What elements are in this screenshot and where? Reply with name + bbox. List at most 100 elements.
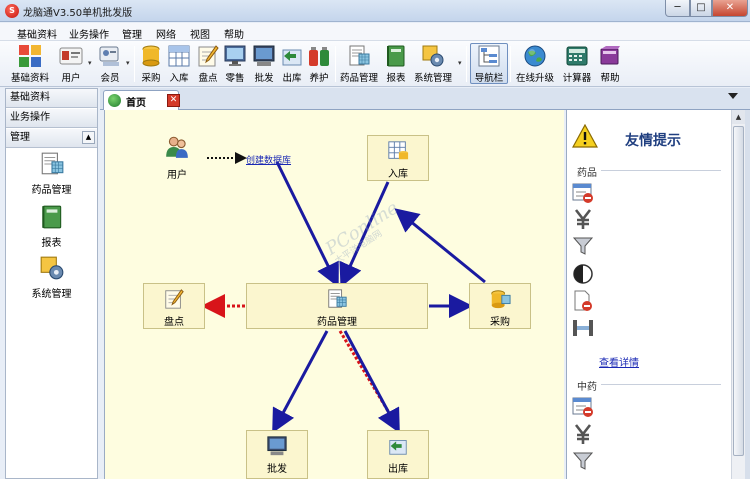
- left-panel-header-basic-data[interactable]: 基础资料: [6, 89, 97, 108]
- document-remove-icon[interactable]: [572, 290, 594, 312]
- section-divider: [601, 384, 721, 385]
- basic-data-button[interactable]: 基础资料: [10, 44, 50, 84]
- close-window-button[interactable]: ✕: [712, 0, 748, 17]
- system-dropdown-arrow[interactable]: ▾: [458, 59, 462, 67]
- calculator-button[interactable]: 计算器: [560, 44, 594, 84]
- collapse-button[interactable]: ▲: [82, 131, 95, 144]
- window-title: 龙脑通V3.50单机批发版: [23, 8, 133, 19]
- inventory-check-button[interactable]: 盘点: [195, 44, 221, 84]
- database-icon: [491, 290, 511, 309]
- gear-settings-icon: [40, 256, 63, 280]
- help-button[interactable]: 帮助: [597, 44, 623, 84]
- user-dropdown-arrow[interactable]: ▾: [88, 59, 92, 67]
- left-item-system-management[interactable]: 系统管理: [6, 255, 97, 300]
- left-panel-header-manage-label: 管理: [10, 132, 30, 143]
- maximize-button[interactable]: □: [690, 0, 712, 17]
- menu-view[interactable]: 视图: [190, 26, 210, 41]
- drug-management-button[interactable]: 药品管理: [338, 44, 380, 84]
- flow-node-inventory-check[interactable]: 盘点: [143, 283, 205, 329]
- left-navigation-panel: 基础资料 业务操作 管理 ▲ 药品管理 报表 系统管理: [5, 88, 98, 479]
- tab-home-label: 首页: [126, 98, 146, 109]
- menu-business-ops[interactable]: 业务操作: [69, 26, 109, 41]
- export-folder-icon: [282, 49, 302, 66]
- menu-basic-data[interactable]: 基础资料: [17, 26, 57, 41]
- calculator-icon: [566, 46, 588, 66]
- pencil-note-icon: [165, 289, 184, 309]
- menu-manage[interactable]: 管理: [122, 26, 142, 41]
- purchase-button[interactable]: 采购: [138, 44, 164, 84]
- wholesale-button[interactable]: 批发: [251, 44, 277, 84]
- left-panel-header-business-ops[interactable]: 业务操作: [6, 109, 97, 128]
- purchase-to-stockin-arrow: [394, 208, 486, 284]
- minimize-button[interactable]: ─: [665, 0, 690, 17]
- create-database-link[interactable]: 创建数据库: [246, 153, 291, 166]
- tab-close-button[interactable]: ✕: [167, 94, 180, 107]
- flow-canvas: PConline 太平洋电脑网 用户 创建数据库 入库 盘点 药品管理 采购 批…: [104, 110, 564, 479]
- half-circle-icon[interactable]: [572, 263, 594, 285]
- user-button[interactable]: 用户: [58, 44, 84, 84]
- document-grid-icon: [41, 152, 63, 175]
- globe-icon: [524, 45, 546, 67]
- gear-settings-icon: [422, 45, 444, 67]
- column-width-icon[interactable]: [572, 317, 594, 339]
- tips-scrollbar[interactable]: ▲: [731, 110, 745, 479]
- tab-list-dropdown-icon[interactable]: [728, 93, 738, 99]
- id-card-icon: [59, 47, 83, 65]
- view-details-link[interactable]: 查看详情: [599, 354, 639, 369]
- menu-help[interactable]: 帮助: [224, 26, 244, 41]
- left-item-report[interactable]: 报表: [6, 204, 97, 249]
- section-drugs-label: 药品: [577, 168, 597, 179]
- green-book-icon: [41, 205, 61, 229]
- scroll-thumb[interactable]: [733, 126, 744, 456]
- export-folder-icon: [389, 440, 407, 455]
- filter-icon[interactable]: [572, 450, 594, 472]
- spreadsheet-icon: [168, 45, 190, 67]
- toolbar: 基础资料 用户 ▾ 会员 ▾ 采购 入库 盘点 零售 批发 出库 养护 药品管理…: [0, 41, 750, 87]
- check-list-remove-icon[interactable]: [572, 396, 594, 418]
- flow-node-drug-management[interactable]: 药品管理: [246, 283, 428, 329]
- menu-bar: 基础资料 业务操作 管理 网络 视图 帮助: [0, 23, 750, 41]
- scroll-up-arrow[interactable]: ▲: [732, 110, 745, 124]
- warning-icon: [572, 124, 598, 148]
- system-management-button[interactable]: 系统管理: [412, 44, 454, 84]
- maintenance-button[interactable]: 养护: [306, 44, 332, 84]
- tab-home[interactable]: 首页 ✕: [103, 90, 180, 110]
- flow-node-stock-in[interactable]: 入库: [367, 135, 429, 181]
- stock-out-button[interactable]: 出库: [279, 44, 305, 84]
- flow-node-wholesale[interactable]: 批发: [246, 430, 308, 479]
- toolbar-separator: [466, 46, 467, 82]
- menu-network[interactable]: 网络: [156, 26, 176, 41]
- flow-node-purchase[interactable]: 采购: [469, 283, 531, 329]
- flow-node-stock-out[interactable]: 出库: [367, 430, 429, 479]
- check-list-remove-icon[interactable]: [572, 182, 594, 204]
- database-icon: [142, 45, 160, 67]
- left-item-drug-management[interactable]: 药品管理: [6, 151, 97, 196]
- navigation-bar-button[interactable]: 导航栏: [472, 44, 506, 84]
- tab-strip: 首页 ✕: [100, 88, 750, 110]
- tips-panel: 友情提示 药品 查看详情 中药: [566, 110, 731, 479]
- home-globe-icon: [108, 94, 121, 107]
- member-dropdown-arrow[interactable]: ▾: [126, 59, 130, 67]
- member-button[interactable]: 会员: [96, 44, 124, 84]
- flow-node-user[interactable]: 用户: [157, 134, 197, 181]
- online-upgrade-button[interactable]: 在线升级: [514, 44, 556, 84]
- stock-in-button[interactable]: 入库: [166, 44, 192, 84]
- report-button[interactable]: 报表: [383, 44, 409, 84]
- left-panel-header-manage[interactable]: 管理 ▲: [6, 129, 97, 148]
- spreadsheet-icon: [388, 141, 409, 160]
- grid-blocks-icon: [19, 45, 41, 67]
- pencil-note-icon: [198, 45, 219, 67]
- green-book-icon: [387, 45, 405, 67]
- toolbar-separator: [134, 46, 135, 82]
- section-divider: [601, 170, 721, 171]
- users-icon: [166, 136, 188, 158]
- filter-icon[interactable]: [572, 235, 594, 257]
- yen-icon[interactable]: [572, 423, 594, 445]
- navigation-tree-icon: [478, 45, 500, 67]
- section-tcm-label: 中药: [577, 382, 597, 393]
- retail-button[interactable]: 零售: [222, 44, 248, 84]
- drug-to-stockout-arrow: [343, 330, 400, 434]
- drug-to-wholesale-arrow: [272, 330, 329, 434]
- yen-icon[interactable]: [572, 208, 594, 230]
- right-edge-frame: [745, 110, 750, 479]
